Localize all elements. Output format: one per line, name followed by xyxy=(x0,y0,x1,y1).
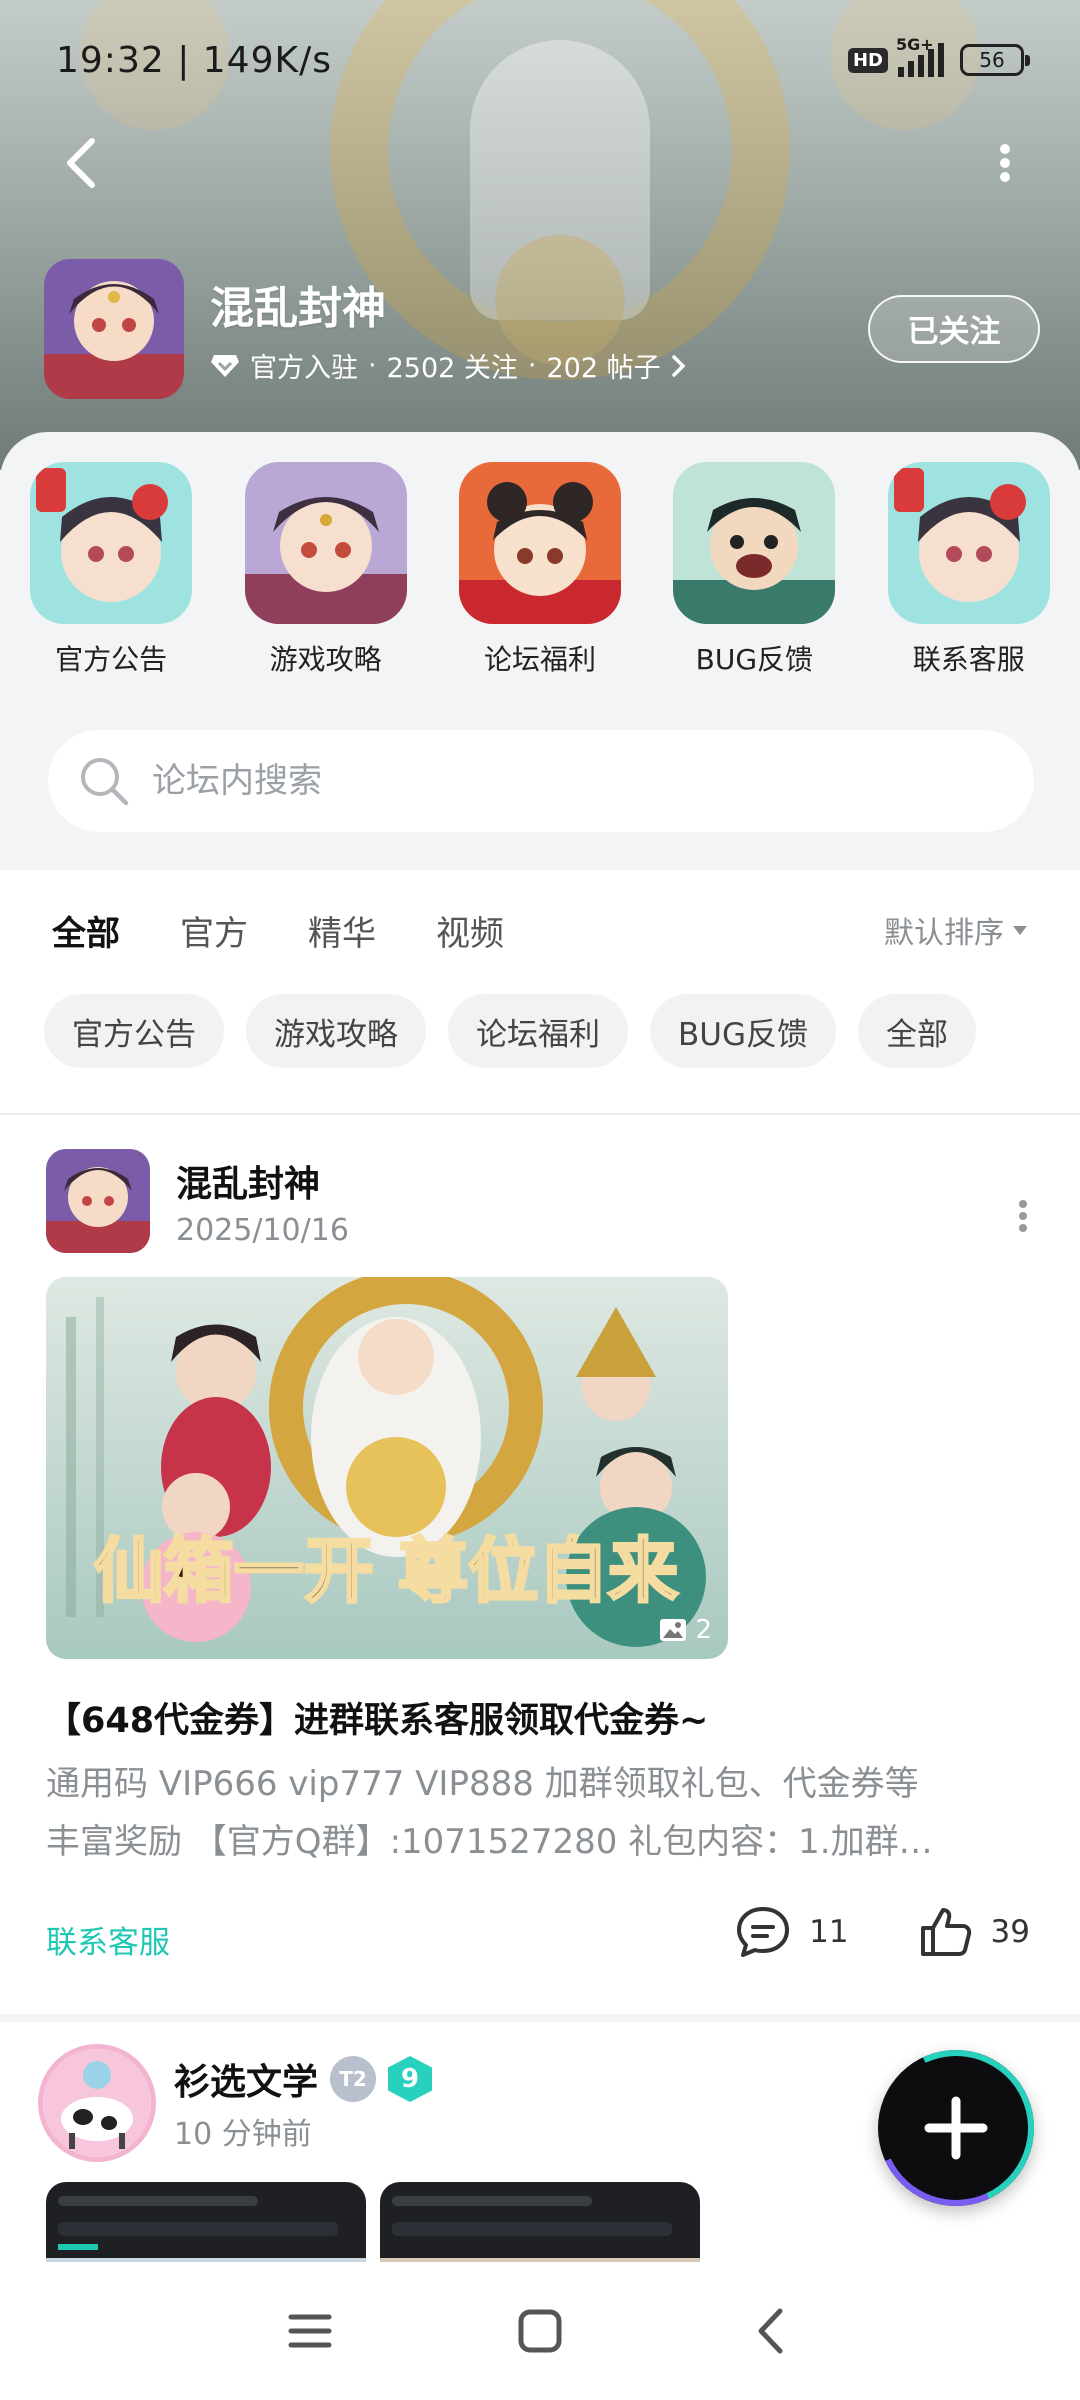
follow-button[interactable]: 已关注 xyxy=(868,294,1040,363)
author-name: 衫选文学 xyxy=(174,2062,319,2103)
sort-label: 默认排序 xyxy=(884,916,1004,951)
tab-all[interactable]: 全部 xyxy=(52,906,120,959)
post-author[interactable]: 衫选文学 T2 9 10 分钟前 xyxy=(38,2044,433,2162)
post-image[interactable]: 仙箱一开 尊位自来 2 xyxy=(46,1277,728,1659)
comment-count: 11 xyxy=(809,1914,849,1950)
bug-report-icon xyxy=(673,462,836,624)
system-back-button[interactable] xyxy=(655,2281,885,2381)
game-meta[interactable]: 官方入驻 · 2502 关注 · 202 帖子 xyxy=(210,346,687,385)
system-navigation-bar xyxy=(0,2262,1080,2400)
tab-video[interactable]: 视频 xyxy=(436,906,504,955)
battery-icon: 56 xyxy=(960,44,1030,76)
post-stats: 11 39 xyxy=(735,1905,1030,1959)
status-time: 19:32 | 149K/s xyxy=(56,39,332,81)
recents-button[interactable] xyxy=(195,2281,425,2381)
benefits-icon xyxy=(458,462,621,624)
post-time: 10 分钟前 xyxy=(174,2117,312,2152)
shortcut-announcements[interactable]: 官方公告 xyxy=(26,462,196,678)
post-card[interactable]: 混乱封神 2025/10/16 仙箱一开 尊位自来 2 【648代金券】进群联系… xyxy=(0,1115,1080,2015)
square-home-icon xyxy=(518,2309,562,2353)
post-date: 2025/10/16 xyxy=(176,1212,349,1248)
search-icon xyxy=(81,758,129,806)
image-icon xyxy=(660,1619,687,1641)
tab-featured[interactable]: 精华 xyxy=(308,906,376,955)
create-post-button[interactable] xyxy=(856,2028,1056,2228)
author-avatar xyxy=(46,1149,150,1253)
game-header: 混乱封神 官方入驻 · 2502 关注 · 202 帖子 已关注 xyxy=(44,256,1040,401)
followers-count: 2502 关注 xyxy=(386,353,518,384)
thumbs-up-icon xyxy=(920,1908,971,1956)
shortcut-row: 官方公告 游戏攻略 论坛福利 BUG反馈 联系客服 xyxy=(0,462,1080,678)
like-count: 39 xyxy=(990,1914,1030,1950)
filter-tabs: 全部 官方 精华 视频 默认排序 xyxy=(0,870,1080,990)
diamond-verified-icon xyxy=(211,354,239,377)
forum-search-bar[interactable] xyxy=(48,730,1034,832)
chip-bug-report[interactable]: BUG反馈 xyxy=(650,994,836,1068)
signal-icon: 5G+ xyxy=(896,35,944,77)
more-vertical-icon xyxy=(1019,1200,1027,1232)
forum-panel: 官方公告 游戏攻略 论坛福利 BUG反馈 联系客服 论坛内搜索 xyxy=(0,432,1080,870)
shortcut-benefits[interactable]: 论坛福利 xyxy=(455,462,625,678)
sort-dropdown[interactable]: 默认排序 xyxy=(884,908,1028,952)
customer-service-icon xyxy=(887,462,1050,624)
caret-down-icon xyxy=(1013,926,1027,935)
posts-count: 202 帖子 xyxy=(546,353,661,384)
post-author[interactable]: 混乱封神 2025/10/16 xyxy=(46,1149,349,1253)
chip-guides[interactable]: 游戏攻略 xyxy=(246,994,426,1068)
author-name: 混乱封神 xyxy=(176,1163,321,1205)
post-image-caption: 仙箱一开 尊位自来 xyxy=(94,1529,678,1612)
comment-button[interactable]: 11 xyxy=(735,1905,849,1959)
chip-announcements[interactable]: 官方公告 xyxy=(44,994,224,1068)
section-divider xyxy=(0,2014,1080,2022)
author-avatar xyxy=(38,2044,156,2162)
home-button[interactable] xyxy=(425,2281,655,2381)
search-input[interactable] xyxy=(152,761,952,801)
back-arrow-icon xyxy=(67,138,95,188)
image-count-badge: 2 xyxy=(659,1615,712,1645)
game-avatar[interactable] xyxy=(44,258,184,399)
like-button[interactable]: 39 xyxy=(919,1906,1030,1958)
shortcut-guides[interactable]: 游戏攻略 xyxy=(241,462,411,678)
guide-icon xyxy=(244,462,407,624)
back-arrow-icon xyxy=(758,2308,783,2354)
post-title[interactable]: 【648代金券】进群联系客服领取代金券~ xyxy=(46,1692,1036,1743)
more-menu-button[interactable] xyxy=(980,128,1030,198)
status-bar: 19:32 | 149K/s HD 5G+ 56 xyxy=(0,0,1080,120)
user-rank-badge-icon: T2 xyxy=(330,2056,377,2102)
post-topic-tag[interactable]: 联系客服 xyxy=(46,1917,170,1962)
game-title: 混乱封神 xyxy=(210,283,386,334)
chip-benefits[interactable]: 论坛福利 xyxy=(448,994,628,1068)
shortcut-bug-report[interactable]: BUG反馈 xyxy=(669,462,839,678)
user-level-badge: 9 xyxy=(388,2056,433,2102)
announcement-icon xyxy=(30,462,193,624)
verified-label: 官方入驻 xyxy=(250,353,358,384)
more-vertical-icon xyxy=(1000,144,1010,182)
comment-icon xyxy=(737,1907,790,1957)
shortcut-customer-service[interactable]: 联系客服 xyxy=(884,462,1054,678)
post-more-button[interactable] xyxy=(1008,1191,1038,1241)
category-chips: 官方公告 游戏攻略 论坛福利 BUG反馈 全部 xyxy=(0,990,1080,1112)
chevron-right-icon xyxy=(671,354,686,377)
hd-badge: HD xyxy=(847,47,888,73)
menu-icon xyxy=(288,2314,332,2348)
back-button[interactable] xyxy=(50,128,110,198)
tab-official[interactable]: 官方 xyxy=(180,906,248,955)
post-excerpt[interactable]: 通用码 VIP666 vip777 VIP888 加群领取礼包、代金券等 丰富奖… xyxy=(46,1755,1036,1871)
chip-all[interactable]: 全部 xyxy=(857,994,976,1068)
